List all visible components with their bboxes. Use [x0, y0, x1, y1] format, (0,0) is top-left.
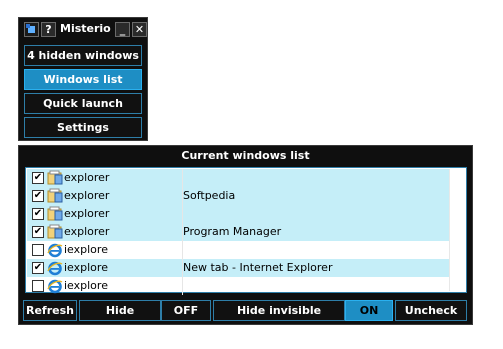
app-title: Misterio	[60, 22, 111, 35]
list-item[interactable]: ✔ explorer	[27, 205, 451, 223]
column-divider	[182, 205, 183, 223]
process-name: explorer	[64, 207, 110, 220]
window-title: New tab - Internet Explorer	[183, 261, 333, 274]
windows-list-button[interactable]: Windows list	[24, 69, 142, 90]
process-name: explorer	[64, 225, 110, 238]
windows-list-window: Current windows list ✔ explorer ✔ explor…	[18, 145, 473, 336]
list-item[interactable]: ✔ iexplore New tab - Internet Explorer	[27, 259, 451, 277]
process-name: explorer	[64, 171, 110, 184]
hide-invisible-button[interactable]: Hide invisible windows	[213, 300, 345, 336]
mini-titlebar: ? Misterio _ ✕	[19, 18, 147, 40]
row-checkbox[interactable]	[32, 244, 44, 256]
help-button[interactable]: ?	[41, 22, 56, 37]
row-checkbox[interactable]: ✔	[32, 208, 44, 220]
internet-explorer-icon	[47, 261, 63, 276]
close-button[interactable]: ✕	[132, 22, 147, 37]
list-item[interactable]: iexplore	[27, 241, 451, 259]
process-name: iexplore	[64, 243, 108, 256]
hide-invisible-toggle[interactable]: ON	[345, 300, 393, 321]
list-item[interactable]: ✔ explorer Program Manager	[27, 223, 451, 241]
list-item[interactable]: ✔ explorer Softpedia	[27, 187, 451, 205]
hide-explorer-toggle[interactable]: OFF	[161, 300, 211, 321]
column-divider	[182, 241, 183, 259]
explorer-folder-icon	[47, 224, 63, 239]
explorer-folder-icon	[47, 170, 63, 185]
refresh-button[interactable]: Refresh	[23, 300, 77, 321]
process-name: explorer	[64, 189, 110, 202]
window-title: Softpedia	[183, 189, 236, 202]
row-checkbox[interactable]: ✔	[32, 190, 44, 202]
list-item[interactable]: ✔ explorer	[27, 169, 451, 187]
misterio-mini-window: ? Misterio _ ✕ 4 hidden windows Windows …	[18, 17, 148, 141]
internet-explorer-icon	[47, 243, 63, 258]
column-divider	[182, 277, 183, 295]
process-name: iexplore	[64, 261, 108, 274]
list-item[interactable]: iexplore	[27, 277, 451, 295]
internet-explorer-icon	[47, 279, 63, 294]
row-checkbox[interactable]: ✔	[32, 226, 44, 238]
windows-list-title: Current windows list	[181, 149, 310, 162]
windows-list: ✔ explorer ✔ explorer Softpedia ✔ explor…	[25, 167, 467, 295]
hide-explorer-button[interactable]: Hide explorer	[79, 300, 161, 336]
hidden-windows-button[interactable]: 4 hidden windows	[24, 45, 142, 66]
row-checkbox[interactable]: ✔	[32, 262, 44, 274]
app-menu-icon[interactable]	[24, 22, 39, 37]
row-checkbox[interactable]	[32, 280, 44, 292]
column-divider	[182, 169, 183, 187]
uncheck-all-button[interactable]: Uncheck all	[395, 300, 467, 336]
settings-button[interactable]: Settings	[24, 117, 142, 138]
window-title: Program Manager	[183, 225, 282, 238]
minimize-button[interactable]: _	[115, 22, 130, 37]
row-checkbox[interactable]: ✔	[32, 172, 44, 184]
explorer-folder-icon	[47, 206, 63, 221]
process-name: iexplore	[64, 279, 108, 292]
explorer-folder-icon	[47, 188, 63, 203]
list-scrollbar[interactable]	[449, 169, 464, 291]
quick-launch-button[interactable]: Quick launch	[24, 93, 142, 114]
